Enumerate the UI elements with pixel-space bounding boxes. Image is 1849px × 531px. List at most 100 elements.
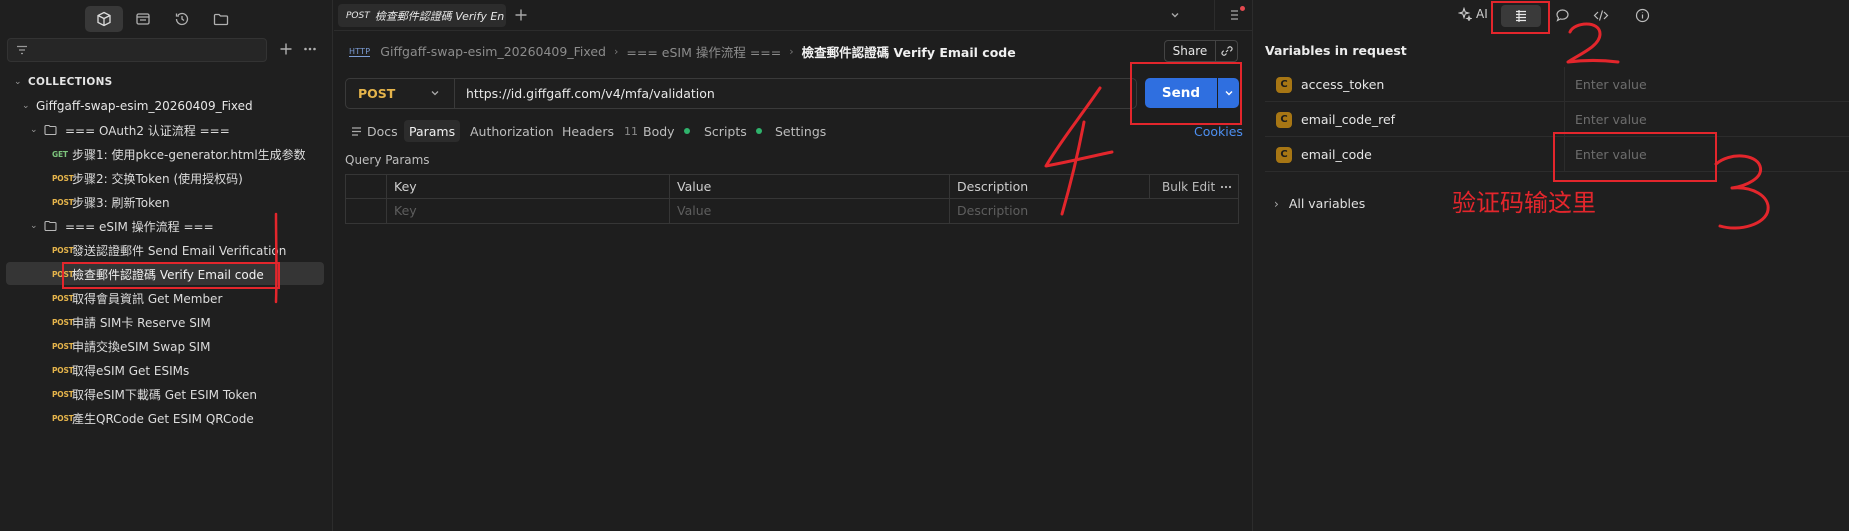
http-icon: HTTP (349, 46, 371, 57)
tab-headers[interactable]: Headers 11 (562, 120, 638, 142)
request-item[interactable]: POST 申請 SIM卡 Reserve SIM (52, 311, 211, 333)
param-key-input[interactable]: Key (386, 199, 417, 223)
divider (454, 79, 455, 108)
copy-link-button[interactable] (1221, 45, 1233, 57)
annotation-note: 验证码输这里 (1452, 189, 1596, 217)
more-horizontal-icon (1220, 185, 1232, 189)
request-item[interactable]: POST 取得eSIM Get ESIMs (52, 359, 189, 381)
chevron-down-icon (431, 91, 439, 96)
method-select[interactable]: POST (358, 79, 395, 108)
column-header-key: Key (394, 179, 417, 194)
collection-item[interactable]: ⌄ Giffgaff-swap-esim_20260409_Fixed (22, 95, 253, 117)
url-bar: POST https://id.giffgaff.com/v4/mfa/vali… (345, 78, 1137, 109)
tab-docs[interactable]: Docs (351, 120, 398, 142)
chevron-down-icon: ⌄ (22, 101, 30, 111)
chevron-down-icon: ⌄ (30, 125, 38, 135)
url-input[interactable]: https://id.giffgaff.com/v4/mfa/validatio… (466, 79, 715, 108)
tabs-dropdown-button[interactable] (1169, 9, 1181, 21)
share-button[interactable]: Share (1165, 41, 1215, 61)
share-group: Share (1164, 40, 1238, 62)
column-header-value: Value (677, 179, 712, 194)
collections-tab[interactable] (85, 6, 123, 32)
sparkle-icon (1458, 7, 1472, 21)
collections-section-header[interactable]: ⌄ COLLECTIONS (14, 71, 113, 93)
request-item[interactable]: POST 步骤2: 交换Token (使用授权码) (52, 167, 243, 189)
all-variables-toggle[interactable]: › All variables (1274, 196, 1365, 211)
request-item[interactable]: GET 步骤1: 使用pkce-generator.html生成参数 (52, 143, 306, 165)
body-active-dot (683, 128, 690, 134)
collection-variable-badge: C (1276, 112, 1292, 128)
divider (1149, 175, 1150, 199)
folder-item-oauth2[interactable]: ⌄ === OAuth2 认证流程 === (30, 119, 230, 141)
bulk-edit-button[interactable]: Bulk Edit (1154, 175, 1215, 199)
chevron-right-icon: › (613, 45, 619, 58)
query-params-title: Query Params (345, 153, 430, 167)
plus-icon (280, 43, 292, 55)
headers-count-badge: 11 (624, 124, 639, 138)
request-item[interactable]: POST 取得eSIM下載碼 Get ESIM Token (52, 383, 257, 405)
info-icon (1635, 8, 1650, 23)
ai-button[interactable]: AI (1458, 7, 1488, 21)
cube-icon (97, 11, 111, 27)
info-button[interactable] (1635, 8, 1650, 23)
param-value-input[interactable]: Value (669, 199, 711, 223)
notifications-button[interactable] (1229, 6, 1245, 22)
folder-icon (213, 13, 229, 26)
variable-value-input[interactable]: Enter value (1564, 67, 1849, 102)
filter-input[interactable] (7, 38, 267, 62)
divider (1214, 0, 1215, 30)
breadcrumb-folder[interactable]: === eSIM 操作流程 === (626, 42, 781, 61)
tab-authorization[interactable]: Authorization (470, 120, 554, 142)
annotation-mark-1 (274, 212, 278, 304)
folder-icon (44, 220, 57, 232)
annotation-mark-2 (1566, 22, 1620, 64)
page-title: 檢查郵件認證碼 Verify Email code (801, 45, 1016, 60)
chevron-down-icon: ⌄ (30, 221, 38, 231)
param-description-input[interactable]: Description (949, 199, 1028, 223)
files-tab[interactable] (202, 6, 240, 32)
history-icon (175, 12, 189, 26)
tab-body[interactable]: Body (643, 120, 690, 142)
variable-row: C access_token Enter value (1265, 67, 1849, 102)
folder-item-esim[interactable]: ⌄ === eSIM 操作流程 === (30, 215, 214, 237)
link-icon (1221, 46, 1233, 56)
history-tab[interactable] (163, 6, 201, 32)
request-item[interactable]: POST 取得會員資訊 Get Member (52, 287, 222, 309)
sidebar-more-button[interactable] (303, 42, 317, 56)
column-header-description: Description (957, 179, 1029, 194)
method-dropdown-icon[interactable] (430, 88, 440, 98)
breadcrumb: HTTP Giffgaff-swap-esim_20260409_Fixed ›… (349, 42, 1016, 61)
variables-title: Variables in request (1265, 43, 1407, 58)
chevron-down-icon (1171, 13, 1179, 18)
request-tab-bar: POST 檢查郵件認證碼 Verify En (334, 0, 1252, 31)
annotation-mark-4 (1044, 86, 1114, 216)
folder-icon (44, 124, 57, 136)
divider (1215, 41, 1216, 61)
annotation-box-verify-request (62, 262, 280, 289)
filter-icon (17, 45, 27, 55)
chevron-down-icon: ⌄ (14, 77, 22, 87)
new-tab-button[interactable] (514, 8, 528, 22)
request-item[interactable]: POST 步骤3: 刷新Token (52, 191, 170, 213)
request-item[interactable]: POST 申請交換eSIM Swap SIM (52, 335, 210, 357)
chevron-right-icon: › (789, 45, 794, 58)
chevron-right-icon: › (1274, 196, 1279, 211)
docs-icon (352, 126, 361, 136)
tab-verify-email-code[interactable]: POST 檢查郵件認證碼 Verify En (338, 4, 506, 27)
environment-icon (136, 13, 150, 25)
plus-icon (515, 9, 527, 21)
more-horizontal-icon (304, 47, 316, 51)
tab-scripts[interactable]: Scripts (704, 120, 762, 142)
environments-tab[interactable] (124, 6, 162, 32)
annotation-box-send (1130, 62, 1242, 125)
notification-dot (1240, 6, 1245, 11)
breadcrumb-collection[interactable]: Giffgaff-swap-esim_20260409_Fixed (380, 44, 606, 59)
add-collection-button[interactable] (279, 42, 293, 56)
tab-params[interactable]: Params (404, 120, 461, 142)
request-item[interactable]: POST 發送認證郵件 Send Email Verification (52, 239, 286, 261)
tab-settings[interactable]: Settings (775, 120, 826, 142)
request-item[interactable]: POST 產生QRCode Get ESIM QRCode (52, 407, 254, 429)
table-more-button[interactable] (1220, 181, 1232, 193)
annotation-box-email-code (1553, 132, 1717, 182)
collection-variable-badge: C (1276, 77, 1292, 93)
